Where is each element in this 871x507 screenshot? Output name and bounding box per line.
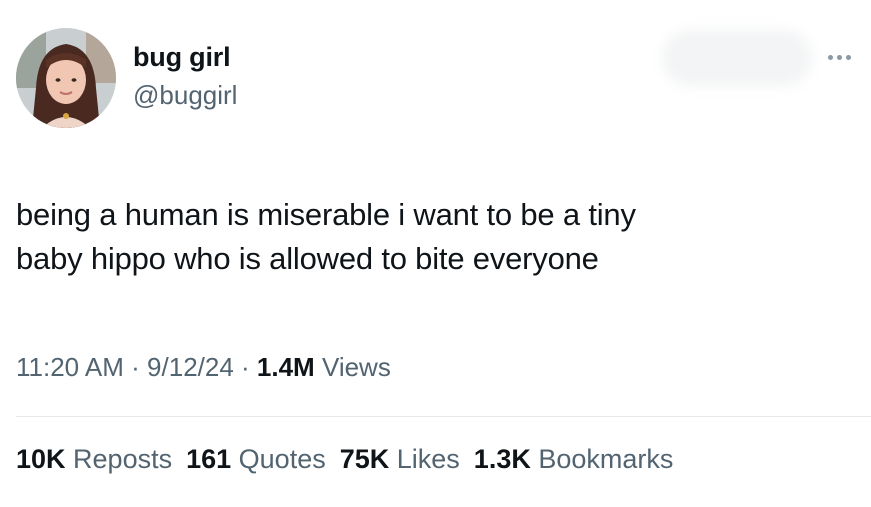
reposts-stat[interactable]: 10K Reposts [16,444,172,474]
quotes-count: 161 [186,444,232,474]
views-count: 1.4M [256,352,315,382]
tweet-text: being a human is miserable i want to be … [16,193,856,281]
tweet-header: bug girl @buggirl [0,0,871,140]
meta-separator: · [123,352,148,382]
meta-separator: · [233,352,257,382]
likes-count: 75K [339,444,390,474]
tweet-time[interactable]: 11:20 AM [16,352,124,382]
tweet-text-line: being a human is miserable i want to be … [16,197,636,232]
reposts-label: Reposts [65,444,173,474]
tweet-date[interactable]: 9/12/24 [147,352,234,382]
bookmarks-stat[interactable]: 1.3K Bookmarks [474,444,674,474]
reposts-count: 10K [16,444,66,474]
divider [16,416,871,417]
likes-label: Likes [389,444,460,474]
more-horizontal-icon[interactable] [828,50,858,64]
tweet-meta: 11:20 AM · 9/12/24 · 1.4M Views [16,352,391,383]
follow-button[interactable] [662,30,812,86]
engagement-stats: 10K Reposts 161 Quotes 75K Likes 1.3K Bookm… [16,444,673,475]
bookmarks-count: 1.3K [473,444,531,474]
quotes-stat[interactable]: 161 Quotes [186,444,326,474]
views-label: Views [314,352,391,382]
tweet-text-line: baby hippo who is allowed to bite everyo… [16,241,599,276]
likes-stat[interactable]: 75K Likes [340,444,460,474]
author-handle[interactable]: @buggirl [133,80,237,111]
avatar[interactable] [16,28,116,128]
quotes-label: Quotes [231,444,326,474]
avatar-photo [16,28,116,128]
bookmarks-label: Bookmarks [530,444,674,474]
author-display-name[interactable]: bug girl [133,42,231,73]
